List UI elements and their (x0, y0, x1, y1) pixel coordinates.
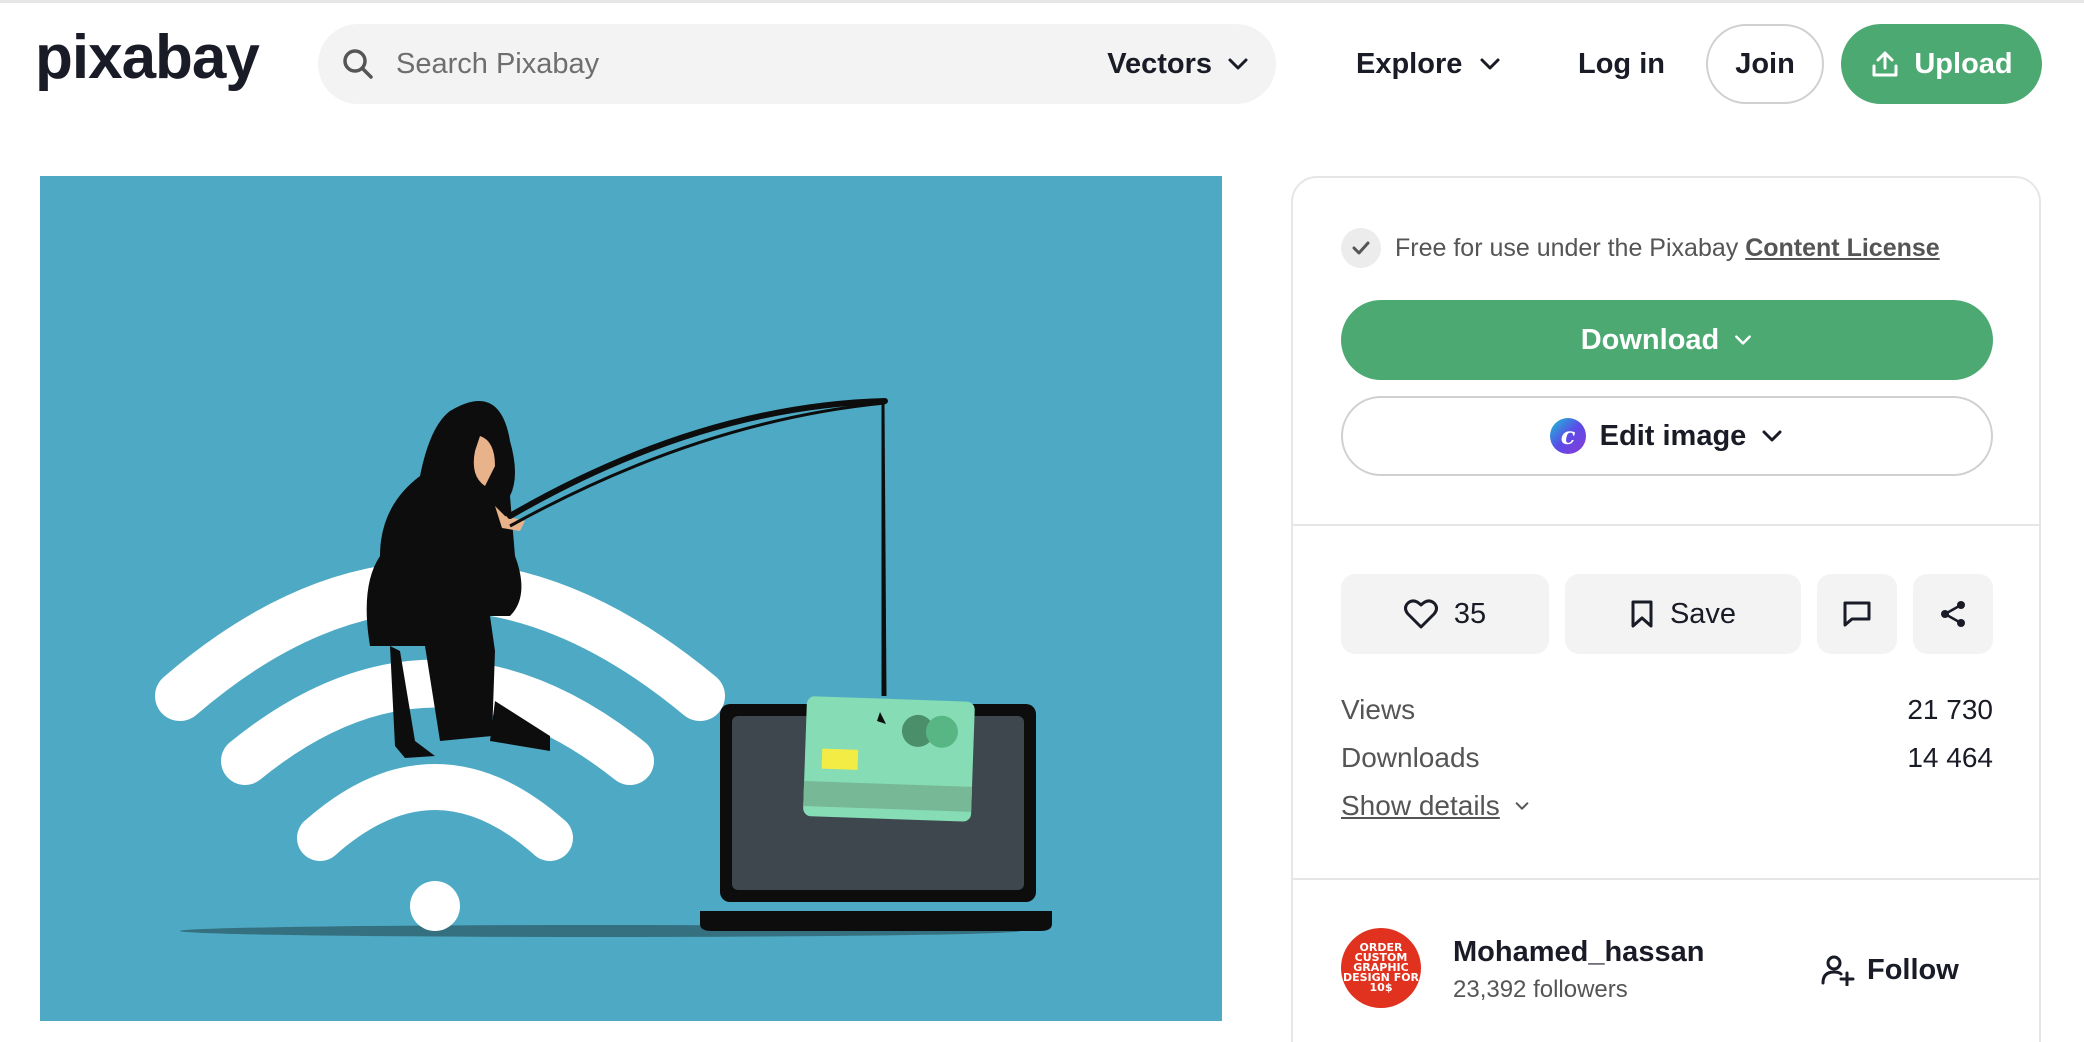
stat-label: Downloads (1341, 742, 1480, 773)
avatar[interactable]: ORDER CUSTOM GRAPHIC DESIGN FOR 10$ (1341, 928, 1421, 1008)
stat-label: Views (1341, 694, 1416, 725)
save-button[interactable]: Save (1565, 574, 1801, 654)
add-user-icon (1821, 955, 1855, 986)
top-border (0, 0, 2084, 3)
show-details-toggle[interactable]: Show details (1341, 790, 1530, 822)
author-followers: 23,392 followers (1453, 976, 1628, 1003)
stat-value: 14 464 (1907, 742, 1993, 773)
show-details-label: Show details (1341, 790, 1500, 821)
license-text: Free for use under the Pixabay (1395, 233, 1746, 262)
canva-icon: c (1549, 418, 1586, 454)
save-label: Save (1669, 597, 1737, 630)
license-notice: Free for use under the Pixabay Content L… (1341, 228, 1940, 268)
media-type-select[interactable]: Vectors (1107, 24, 1250, 104)
like-count: 35 (1453, 597, 1487, 630)
avatar-text: ORDER CUSTOM GRAPHIC DESIGN FOR 10$ (1342, 941, 1420, 994)
download-label: Download (1580, 323, 1720, 356)
upload-button[interactable]: Upload (1841, 24, 2042, 104)
join-button[interactable]: Join (1706, 24, 1824, 104)
svg-text:c: c (1560, 421, 1575, 450)
login-link[interactable]: Log in (1578, 24, 1665, 104)
author-name[interactable]: Mohamed_hassan (1453, 936, 1704, 969)
heart-icon (1403, 599, 1438, 629)
search-bar[interactable]: Vectors (318, 24, 1276, 104)
chevron-down-icon (1762, 430, 1782, 442)
chevron-down-icon (1735, 335, 1752, 345)
upload-icon (1872, 51, 1898, 77)
share-button[interactable] (1913, 574, 1993, 654)
search-input[interactable] (396, 42, 996, 86)
content-license-link[interactable]: Content License (1745, 234, 1939, 262)
download-panel: Free for use under the Pixabay Content L… (1291, 176, 2041, 1042)
search-icon (343, 49, 373, 79)
main-image[interactable] (40, 176, 1222, 1021)
divider (1293, 878, 2039, 880)
explore-label: Explore (1356, 47, 1463, 80)
stat-downloads: Downloads 14 464 (1341, 742, 1993, 774)
follow-label: Follow (1867, 953, 1959, 986)
follow-button[interactable]: Follow (1821, 940, 1959, 1000)
comment-button[interactable] (1817, 574, 1897, 654)
stat-value: 21 730 (1907, 694, 1993, 725)
chevron-down-icon (1228, 58, 1248, 70)
stat-views: Views 21 730 (1341, 694, 1993, 726)
share-icon (1941, 601, 1965, 627)
comment-icon (1843, 601, 1871, 627)
phishing-illustration (40, 176, 1222, 1021)
like-button[interactable]: 35 (1341, 574, 1549, 654)
author-block: ORDER CUSTOM GRAPHIC DESIGN FOR 10$ Moha… (1341, 928, 1993, 1012)
chevron-down-icon (1480, 58, 1500, 70)
bookmark-icon (1631, 600, 1653, 628)
divider (1293, 524, 2039, 526)
pixabay-logo[interactable]: pixabay (35, 28, 271, 100)
media-type-label: Vectors (1107, 47, 1212, 80)
download-button[interactable]: Download (1341, 300, 1993, 380)
check-icon (1341, 228, 1381, 268)
edit-image-label: Edit image (1599, 419, 1747, 452)
chevron-down-icon (1515, 802, 1529, 810)
edit-image-button[interactable]: c Edit image (1341, 396, 1993, 476)
upload-label: Upload (1914, 47, 2013, 80)
explore-menu[interactable]: Explore (1356, 24, 1502, 104)
svg-text:pixabay: pixabay (35, 28, 260, 92)
